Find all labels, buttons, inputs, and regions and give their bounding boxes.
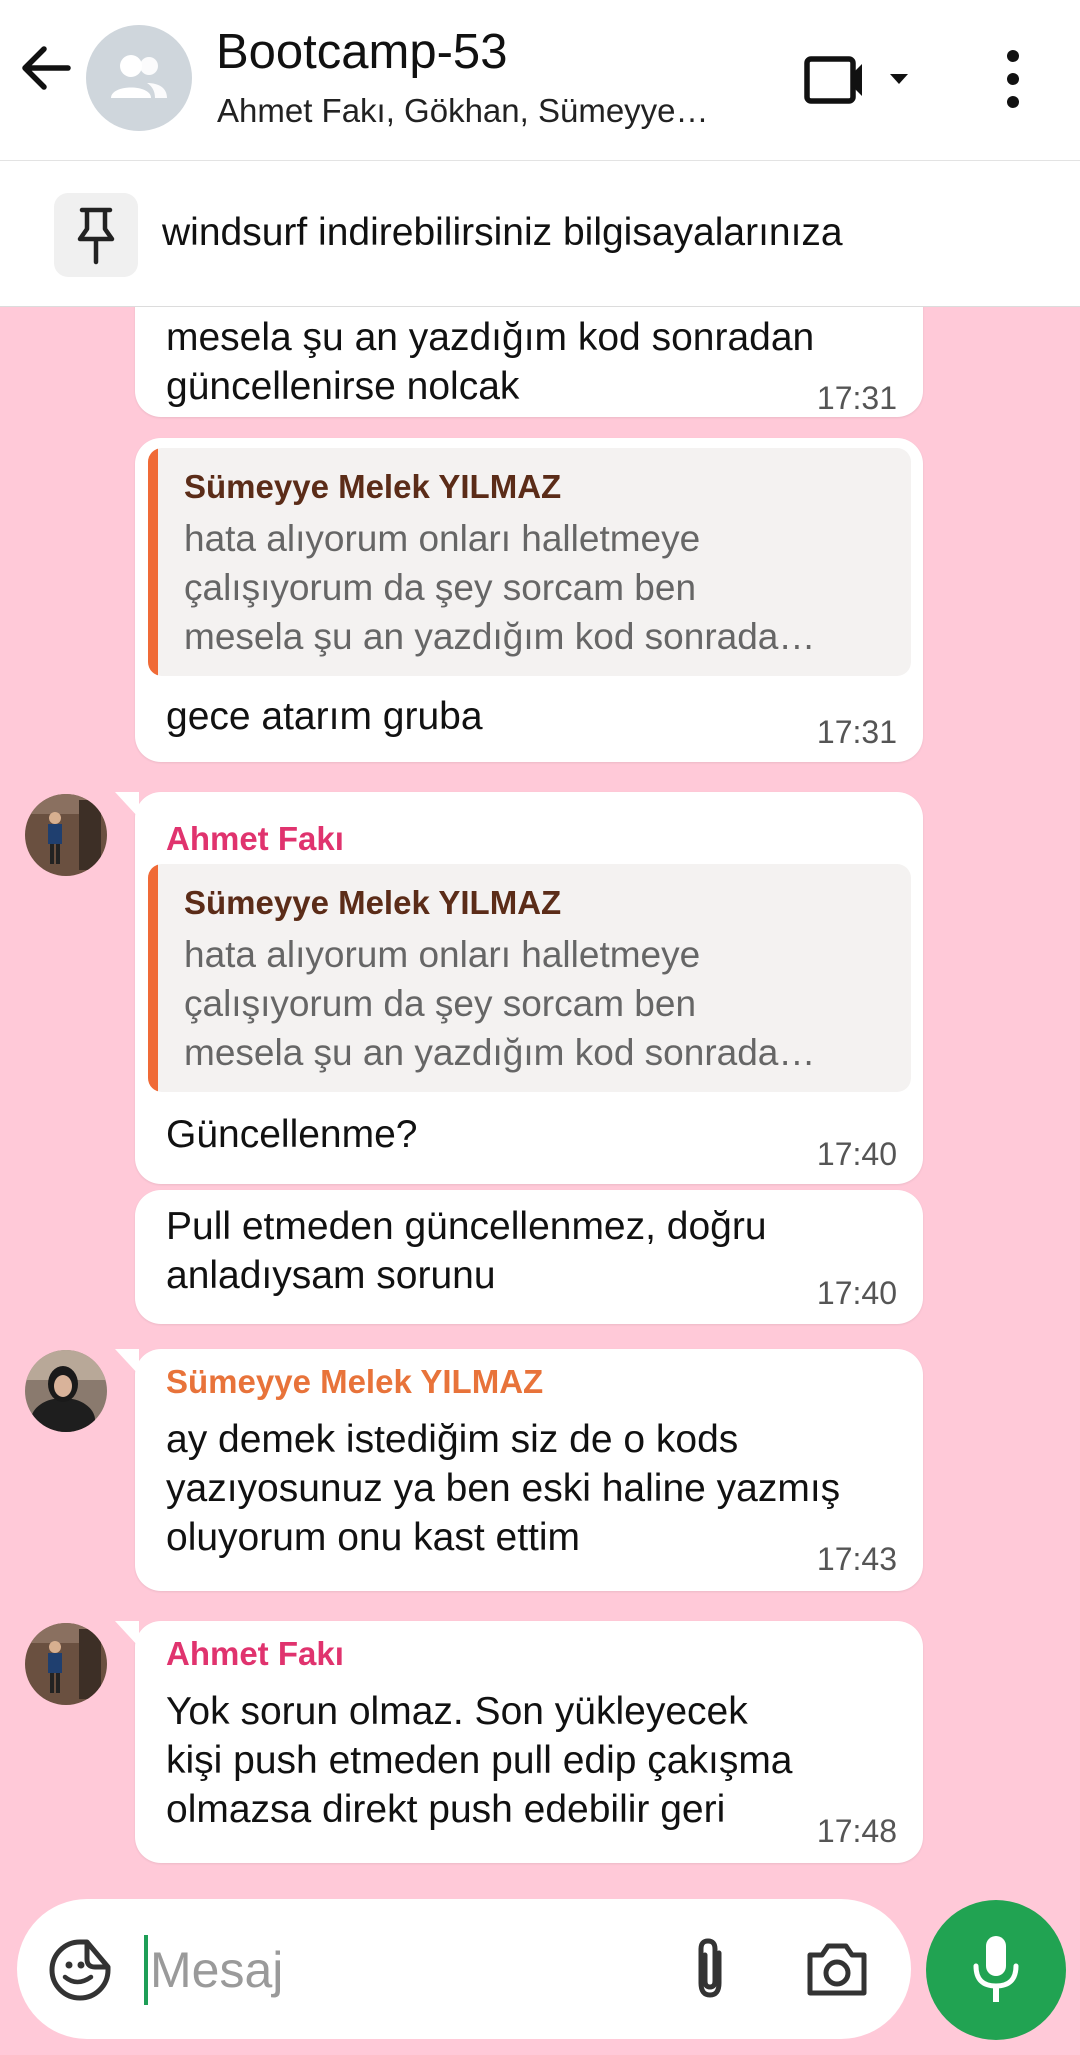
pinned-message-text: windsurf indirebilirsiniz bilgisayaların… [162, 211, 843, 254]
quoted-message[interactable]: Sümeyye Melek YILMAZ hata alıyorum onlar… [148, 448, 911, 676]
message-composer [17, 1899, 911, 2039]
message-time: 17:40 [816, 1275, 897, 1311]
message-time: 17:48 [816, 1813, 897, 1849]
message-text-line: kişi push etmeden pull edip çakışma [166, 1739, 793, 1782]
message-bubble[interactable]: Pull etmeden güncellenmez, doğru anladıy… [135, 1190, 923, 1324]
arrow-left-icon [22, 46, 71, 90]
message-time: 17:43 [816, 1541, 897, 1577]
sender-avatar[interactable] [25, 794, 107, 876]
message-bubble[interactable]: mesela şu an yazdığım kod sonradan günce… [135, 307, 923, 417]
message-text-line: yazıyosunuz ya ben eski haline yazmış [166, 1467, 841, 1510]
sender-name[interactable]: Sümeyye Melek YILMAZ [166, 1363, 543, 1401]
sender-avatar[interactable] [25, 1350, 107, 1432]
message-bubble[interactable]: Sümeyye Melek YILMAZ hata alıyorum onlar… [135, 438, 923, 762]
quote-bar [148, 448, 158, 676]
pin-icon-box [54, 193, 138, 277]
sender-name[interactable]: Ahmet Fakı [166, 820, 344, 858]
microphone-icon [973, 1936, 1019, 2002]
paperclip-icon [698, 1938, 722, 1998]
avatar-photo [25, 1623, 107, 1705]
sticker-button[interactable] [47, 1937, 113, 2003]
message-text-line: ay demek istediğim siz de o kods [166, 1418, 739, 1461]
avatar-photo [25, 794, 107, 876]
camera-icon [807, 1943, 867, 1996]
sender-name[interactable]: Ahmet Fakı [166, 1635, 344, 1673]
attach-button[interactable] [677, 1935, 743, 2003]
message-bubble[interactable]: Sümeyye Melek YILMAZ ay demek istediğim … [115, 1349, 923, 1591]
message-bubble[interactable]: Ahmet Fakı Yok sorun olmaz. Son yükleyec… [115, 1621, 923, 1863]
message-text-line: güncellenirse nolcak [166, 365, 520, 408]
quoted-sender: Sümeyye Melek YILMAZ [184, 884, 562, 921]
video-camera-icon [804, 56, 908, 104]
quoted-message[interactable]: Sümeyye Melek YILMAZ hata alıyorum onlar… [148, 864, 911, 1092]
message-time: 17:31 [816, 714, 897, 750]
chat-screen: Bootcamp-53 Ahmet Fakı, Gökhan, Sümeyye…… [0, 0, 1080, 2055]
sender-avatar[interactable] [25, 1623, 107, 1705]
camera-button[interactable] [804, 1939, 870, 1999]
message-text-line: Yok sorun olmaz. Son yükleyecek [166, 1690, 748, 1733]
message-input[interactable] [148, 1929, 652, 2011]
more-options-button[interactable] [990, 48, 1036, 110]
message-time: 17:31 [816, 380, 897, 416]
quote-bar [148, 864, 158, 1092]
bubble-tail [115, 792, 139, 818]
group-icon [111, 55, 167, 98]
voice-record-button[interactable] [926, 1900, 1066, 2040]
pin-icon [77, 207, 115, 265]
bubble-tail [115, 1621, 139, 1647]
message-bubble[interactable]: Ahmet Fakı Sümeyye Melek YILMAZ hata alı… [115, 792, 923, 1184]
message-text-line: Pull etmeden güncellenmez, doğru [166, 1205, 767, 1248]
message-text-line: olmazsa direkt push edebilir geri [166, 1788, 726, 1831]
pinned-message-bar[interactable]: windsurf indirebilirsiniz bilgisayaların… [0, 161, 1080, 307]
chat-header: Bootcamp-53 Ahmet Fakı, Gökhan, Sümeyye… [0, 0, 1080, 161]
chat-title[interactable]: Bootcamp-53 [216, 24, 507, 80]
message-text-line: oluyorum onu kast ettim [166, 1516, 581, 1559]
message-text-line: anladıysam sorunu [166, 1254, 496, 1297]
message-time: 17:40 [816, 1136, 897, 1172]
message-list[interactable]: mesela şu an yazdığım kod sonradan günce… [0, 307, 1080, 1877]
video-call-button[interactable] [800, 50, 920, 110]
back-button[interactable] [16, 38, 88, 118]
chat-participants[interactable]: Ahmet Fakı, Gökhan, Sümeyye… [217, 92, 757, 130]
quoted-sender: Sümeyye Melek YILMAZ [184, 468, 562, 505]
message-text: gece atarım gruba [166, 695, 483, 738]
bubble-tail [115, 1349, 139, 1375]
sticker-icon [49, 1939, 111, 2001]
message-text-line: mesela şu an yazdığım kod sonradan [166, 316, 815, 359]
group-avatar[interactable] [86, 25, 192, 131]
avatar-photo [25, 1350, 107, 1432]
more-vertical-icon [1007, 50, 1019, 108]
message-text: Güncellenme? [166, 1113, 418, 1156]
quoted-text: hata alıyorum onları halletmeye çalışıyo… [184, 518, 816, 657]
quoted-text: hata alıyorum onları halletmeye çalışıyo… [184, 934, 816, 1073]
